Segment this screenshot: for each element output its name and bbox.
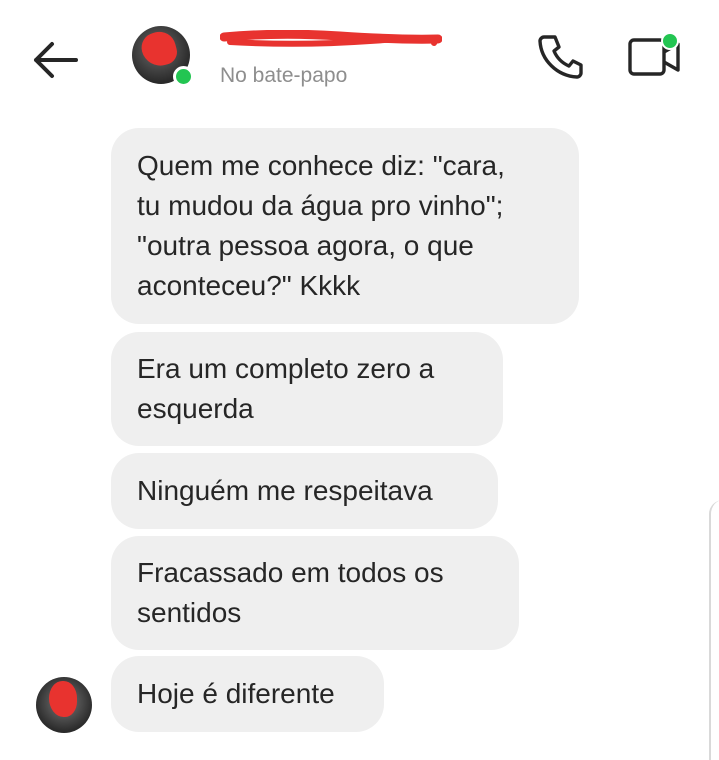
message-line: esquerda: [137, 393, 254, 424]
back-arrow-icon: [34, 42, 78, 78]
online-status-dot: [173, 66, 194, 87]
video-camera-icon: [628, 32, 680, 76]
message-bubble[interactable]: Fracassado em todos os sentidos: [111, 536, 519, 650]
chat-status: No bate-papo: [220, 64, 348, 87]
message-line: Hoje é diferente: [137, 678, 335, 709]
message-line: aconteceu?" Kkkk: [137, 270, 361, 301]
video-online-dot: [661, 32, 679, 50]
message-line: "outra pessoa agora, o que: [137, 230, 474, 261]
avatar-redaction: [138, 28, 180, 70]
voice-call-button[interactable]: [536, 32, 584, 80]
contact-name-redacted[interactable]: [220, 30, 442, 48]
message-bubble[interactable]: Era um completo zero a esquerda: [111, 332, 503, 446]
message-line: Quem me conhece diz: "cara,: [137, 150, 505, 181]
back-button[interactable]: [30, 36, 82, 84]
sender-avatar[interactable]: [36, 677, 92, 733]
message-bubble[interactable]: Quem me conhece diz: "cara, tu mudou da …: [111, 128, 579, 324]
video-call-button[interactable]: [626, 30, 682, 80]
chat-header: No bate-papo: [0, 0, 719, 110]
message-bubble[interactable]: Hoje é diferente: [111, 656, 384, 732]
message-line: Fracassado em todos os: [137, 557, 444, 588]
phone-icon: [538, 35, 583, 79]
avatar-redaction: [49, 681, 77, 717]
edge-panel-handle: [709, 500, 719, 760]
message-line: Ninguém me respeitava: [137, 475, 433, 506]
message-line: tu mudou da água pro vinho";: [137, 190, 504, 221]
contact-avatar[interactable]: [132, 26, 194, 87]
message-line: Era um completo zero a: [137, 353, 435, 384]
message-line: sentidos: [137, 597, 242, 628]
message-bubble[interactable]: Ninguém me respeitava: [111, 453, 498, 529]
